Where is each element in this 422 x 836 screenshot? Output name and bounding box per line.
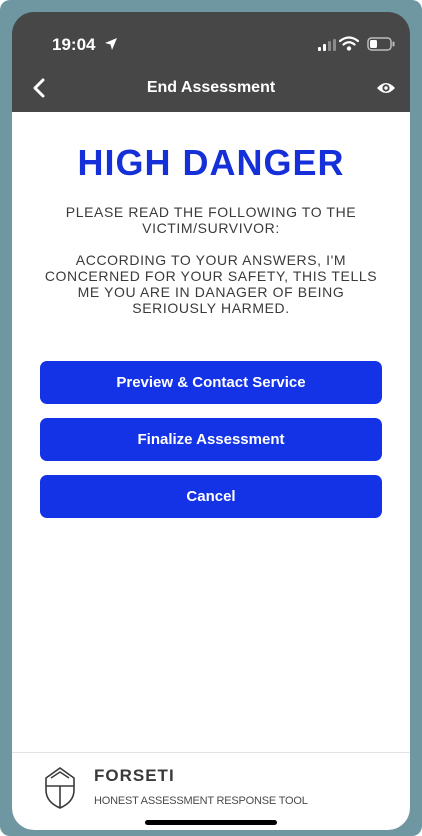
main-content: HIGH DANGER PLEASE READ THE FOLLOWING TO… — [12, 112, 410, 830]
status-time: 19:04 — [52, 35, 96, 54]
cancel-button[interactable]: Cancel — [40, 475, 382, 518]
home-indicator[interactable] — [145, 820, 277, 825]
danger-level-heading: HIGH DANGER — [77, 142, 345, 183]
cellular-signal-icon — [318, 39, 336, 51]
back-button[interactable] — [24, 72, 54, 104]
battery-icon — [367, 37, 395, 51]
chevron-left-icon — [33, 78, 45, 98]
device-frame: 19:04 End Assessment HIGH DANGER PLEASE … — [0, 0, 422, 836]
eye-icon — [377, 83, 395, 93]
script-text: ACCORDING TO YOUR ANSWERS, I'M CONCERNED… — [44, 252, 378, 316]
preview-contact-service-button[interactable]: Preview & Contact Service — [40, 361, 382, 404]
brand-name: FORSETI — [94, 766, 175, 785]
page-title: End Assessment — [146, 79, 276, 96]
forseti-logo-icon — [45, 767, 75, 809]
instruction-text: PLEASE READ THE FOLLOWING TO THE VICTIM/… — [65, 204, 357, 236]
footer-divider — [12, 752, 410, 753]
wifi-icon — [339, 36, 359, 51]
brand-tagline: HONEST ASSESSMENT RESPONSE TOOL — [94, 795, 308, 807]
finalize-assessment-button[interactable]: Finalize Assessment — [40, 418, 382, 461]
phone-screen: 19:04 End Assessment HIGH DANGER PLEASE … — [12, 12, 410, 830]
status-bar: 19:04 — [12, 12, 410, 64]
visibility-toggle-button[interactable] — [372, 76, 400, 100]
location-arrow-icon — [105, 38, 117, 50]
navigation-bar: End Assessment — [12, 64, 410, 112]
